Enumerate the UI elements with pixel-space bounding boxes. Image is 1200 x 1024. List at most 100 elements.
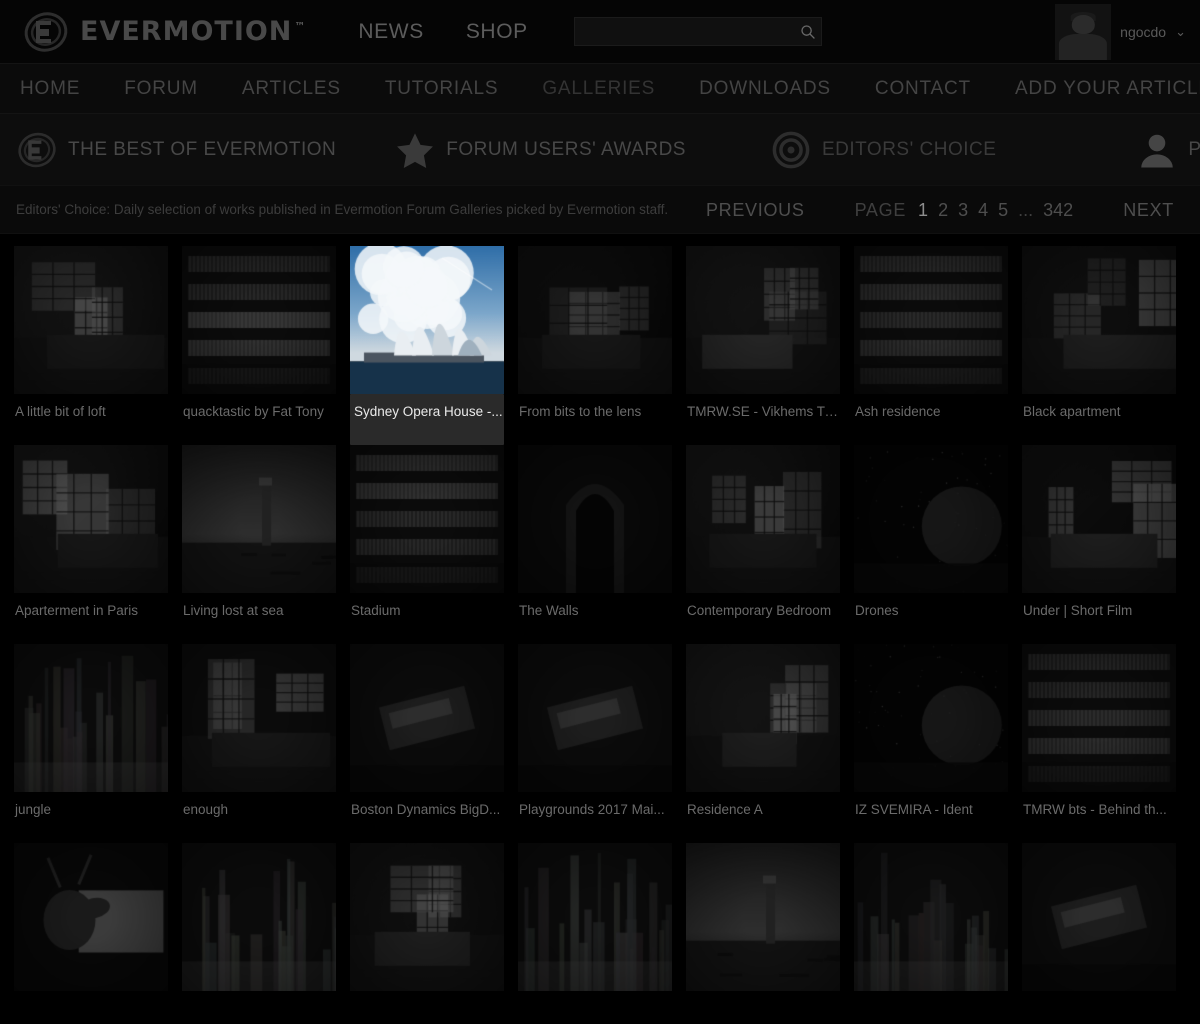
gallery-thumbnail[interactable] <box>14 445 168 593</box>
gallery-caption: The Walls <box>519 603 579 618</box>
gallery-thumbnail[interactable] <box>1022 644 1176 792</box>
page-number-5[interactable]: 5 <box>998 200 1008 221</box>
gallery-tile[interactable] <box>1022 843 1176 1024</box>
gallery-tile[interactable]: Boston Dynamics BigD... <box>350 644 504 843</box>
gallery-thumbnail[interactable] <box>350 843 504 991</box>
gallery-tile[interactable]: The Walls <box>518 445 672 644</box>
gallery-thumbnail[interactable] <box>854 445 1008 593</box>
nav-item-galleries[interactable]: GALLERIES <box>542 78 655 100</box>
gallery-thumbnail[interactable] <box>686 843 840 991</box>
chevron-down-icon[interactable]: ⌄ <box>1175 24 1186 40</box>
gallery-thumbnail[interactable] <box>518 246 672 394</box>
gallery-thumbnail[interactable] <box>350 644 504 792</box>
gallery-thumbnail[interactable] <box>182 644 336 792</box>
avatar[interactable] <box>1055 4 1112 60</box>
search-box[interactable] <box>573 17 822 46</box>
subnav-item-portfolios[interactable]: PORTFOLIOS <box>1136 129 1200 171</box>
gallery-tile[interactable]: jungle <box>14 644 168 843</box>
search-icon[interactable] <box>795 24 821 40</box>
gallery-thumbnail[interactable] <box>1022 445 1176 593</box>
gallery-tile[interactable]: Stadium <box>350 445 504 644</box>
page-label: PAGE <box>854 199 907 220</box>
gallery-tile[interactable]: IZ SVEMIRA - Ident <box>854 644 1008 843</box>
gallery-tile[interactable]: Contemporary Bedroom <box>686 445 840 644</box>
subnav-label-forum-users-awards: FORUM USERS' AWARDS <box>446 138 686 160</box>
nav-item-add-your-article[interactable]: ADD YOUR ARTICLE <box>1015 78 1200 100</box>
gallery-tile[interactable] <box>518 843 672 1024</box>
gallery-tile[interactable]: Playgrounds 2017 Mai... <box>518 644 672 843</box>
gallery-caption: Sydney Opera House -... <box>350 394 504 445</box>
gallery-caption: Stadium <box>351 603 401 618</box>
gallery-tile[interactable]: A little bit of loft <box>14 246 168 445</box>
gallery-tile[interactable]: From bits to the lens <box>518 246 672 445</box>
gallery-tile[interactable] <box>686 843 840 1024</box>
gallery-thumbnail[interactable] <box>854 246 1008 394</box>
gallery-tile[interactable] <box>854 843 1008 1024</box>
gallery-grid: A little bit of loft quacktastic by Fat T… <box>0 234 1200 1024</box>
site-logo[interactable]: EVERMOTION ™ <box>22 8 306 56</box>
gallery-thumbnail[interactable] <box>350 246 504 394</box>
gallery-thumbnail[interactable] <box>854 644 1008 792</box>
page-number-4[interactable]: 4 <box>978 200 988 221</box>
gallery-thumbnail[interactable] <box>686 644 840 792</box>
gallery-caption: enough <box>183 802 229 817</box>
gallery-tile[interactable]: Residence A <box>686 644 840 843</box>
gallery-thumbnail[interactable] <box>686 246 840 394</box>
top-link-shop[interactable]: SHOP <box>466 20 528 44</box>
gallery-caption: From bits to the lens <box>519 404 642 419</box>
gallery-caption: Black apartment <box>1023 404 1121 419</box>
gallery-thumbnail[interactable] <box>1022 246 1176 394</box>
gallery-thumbnail[interactable] <box>14 843 168 991</box>
next-button[interactable]: NEXT <box>1105 200 1192 221</box>
gallery-tile[interactable] <box>350 843 504 1024</box>
gallery-caption: A little bit of loft <box>15 404 106 419</box>
gallery-tile[interactable] <box>182 843 336 1024</box>
gallery-tile[interactable]: Under | Short Film <box>1022 445 1176 644</box>
gallery-thumbnail[interactable] <box>14 246 168 394</box>
page-number-3[interactable]: 3 <box>958 200 968 221</box>
gallery-tile[interactable]: quacktastic by Fat Tony <box>182 246 336 445</box>
nav-item-contact[interactable]: CONTACT <box>875 78 971 100</box>
top-bar: EVERMOTION ™ NEWS SHOP ngocdo ⌄ <box>0 0 1200 64</box>
subnav-item-forum-users-awards[interactable]: FORUM USERS' AWARDS <box>394 129 686 171</box>
avatar-head <box>1071 14 1095 34</box>
gallery-tile[interactable]: Black apartment <box>1022 246 1176 445</box>
gallery-thumbnail[interactable] <box>686 445 840 593</box>
gallery-thumbnail[interactable] <box>518 644 672 792</box>
gallery-tile[interactable] <box>14 843 168 1024</box>
gallery-thumbnail[interactable] <box>518 445 672 593</box>
gallery-thumbnail[interactable] <box>182 843 336 991</box>
top-link-news[interactable]: NEWS <box>358 20 423 44</box>
subnav-item-best-of-evermotion[interactable]: THE BEST OF EVERMOTION <box>16 129 336 171</box>
previous-button[interactable]: PREVIOUS <box>688 200 823 221</box>
gallery-thumbnail[interactable] <box>182 246 336 394</box>
gallery-thumbnail[interactable] <box>14 644 168 792</box>
subnav-label-portfolios: PORTFOLIOS <box>1188 138 1200 160</box>
page-number-2[interactable]: 2 <box>938 200 948 221</box>
brand-text: EVERMOTION <box>80 16 293 47</box>
pagination: PREVIOUS PAGE 1 2 3 4 5 ... 342 NEXT <box>688 186 1192 234</box>
gallery-thumbnail[interactable] <box>854 843 1008 991</box>
subnav-item-editors-choice[interactable]: EDITORS' CHOICE <box>770 129 996 171</box>
gallery-tile[interactable]: Living lost at sea <box>182 445 336 644</box>
page-number-1[interactable]: 1 <box>918 200 928 221</box>
gallery-tile[interactable]: TMRW.SE - Vikhems Tr... <box>686 246 840 445</box>
gallery-tile[interactable]: Drones <box>854 445 1008 644</box>
nav-item-forum[interactable]: FORUM <box>124 78 198 100</box>
gallery-tile[interactable]: Aparterment in Paris <box>14 445 168 644</box>
gallery-thumbnail[interactable] <box>350 445 504 593</box>
gallery-thumbnail[interactable] <box>518 843 672 991</box>
gallery-thumbnail[interactable] <box>1022 843 1176 991</box>
gallery-tile[interactable]: Ash residence <box>854 246 1008 445</box>
page-number-last[interactable]: 342 <box>1043 200 1073 221</box>
search-input[interactable] <box>574 24 795 39</box>
gallery-thumbnail[interactable] <box>182 445 336 593</box>
nav-item-tutorials[interactable]: TUTORIALS <box>385 78 498 100</box>
nav-item-downloads[interactable]: DOWNLOADS <box>699 78 831 100</box>
nav-item-home[interactable]: HOME <box>20 78 80 100</box>
nav-item-articles[interactable]: ARTICLES <box>242 78 341 100</box>
gallery-tile[interactable]: enough <box>182 644 336 843</box>
gallery-tile[interactable]: TMRW bts - Behind th... <box>1022 644 1176 843</box>
user-menu[interactable]: ngocdo ⌄ <box>1055 0 1186 64</box>
gallery-tile[interactable]: Sydney Opera House -... <box>350 246 504 445</box>
